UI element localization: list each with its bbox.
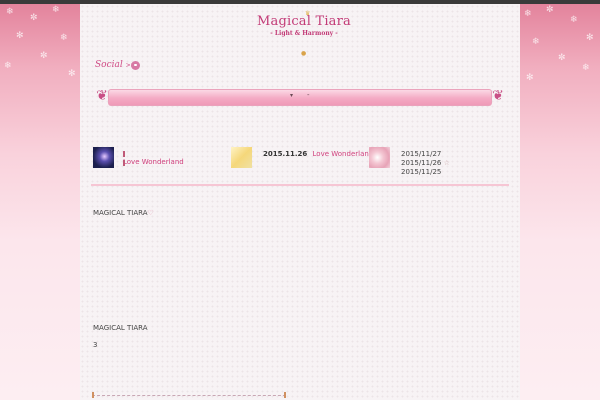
heart-icon: ♡ bbox=[147, 209, 154, 217]
post-thumbnail-1[interactable] bbox=[93, 147, 114, 168]
content-paragraph-1: MAGICAL TIARA♡ bbox=[93, 209, 154, 217]
paragraph-1-text: MAGICAL TIARA bbox=[93, 209, 148, 217]
social-label: Social bbox=[95, 60, 123, 70]
separator-marker-left-icon bbox=[92, 392, 94, 398]
social-section: Social >> bbox=[95, 60, 136, 70]
main-navigation-bar: ❦ ▾ - ❦ bbox=[94, 86, 506, 108]
nav-dropdown-toggle[interactable]: ▾ bbox=[290, 92, 293, 99]
post-date-2: 2015.11.26 bbox=[263, 150, 308, 158]
crown-icon: ♛ bbox=[305, 10, 311, 17]
content-paragraph-3: 3 bbox=[93, 341, 98, 349]
right-decorative-panel: ❄ ✼ ❄ ✻ ❄ ✼ ❄ ✻ bbox=[520, 4, 600, 400]
twitter-icon[interactable] bbox=[131, 61, 140, 70]
site-logo[interactable]: ♛ Magical Tiara - Light & Harmony - ● bbox=[254, 10, 354, 57]
post-thumbnail-3[interactable] bbox=[369, 147, 390, 168]
logo-ornament-icon: ● bbox=[301, 50, 307, 57]
logo-subtitle: - Light & Harmony - bbox=[270, 30, 338, 37]
navigation-ribbon bbox=[108, 89, 492, 106]
post-marker-icon bbox=[123, 151, 125, 157]
section-divider bbox=[91, 184, 509, 186]
dashed-separator bbox=[92, 395, 286, 396]
logo-title: Magical Tiara bbox=[256, 14, 351, 29]
nav-separator: - bbox=[307, 91, 310, 99]
post-date-3c: 2015/11/25 bbox=[401, 168, 442, 176]
post-date-3a: 2015/11/27 bbox=[401, 150, 442, 158]
content-paragraph-2: MAGICAL TIARA bbox=[93, 324, 148, 332]
star-icon: ☆ bbox=[443, 159, 450, 167]
post-date-3b: 2015/11/26 bbox=[401, 159, 442, 167]
scroll-ornament-right-icon: ❦ bbox=[492, 88, 504, 104]
post-marker-icon bbox=[123, 160, 125, 166]
post-thumbnail-2[interactable] bbox=[231, 147, 252, 168]
main-content-area: ♛ Magical Tiara - Light & Harmony - ● So… bbox=[80, 4, 520, 400]
post-link-1[interactable]: Love Wonderland bbox=[123, 158, 184, 166]
post-link-2[interactable]: Love Wonderland bbox=[313, 150, 374, 158]
left-decorative-panel: ❄ ✼ ❄ ✻ ❄ ✼ ❄ ✻ bbox=[0, 4, 80, 400]
separator-marker-right-icon bbox=[284, 392, 286, 398]
